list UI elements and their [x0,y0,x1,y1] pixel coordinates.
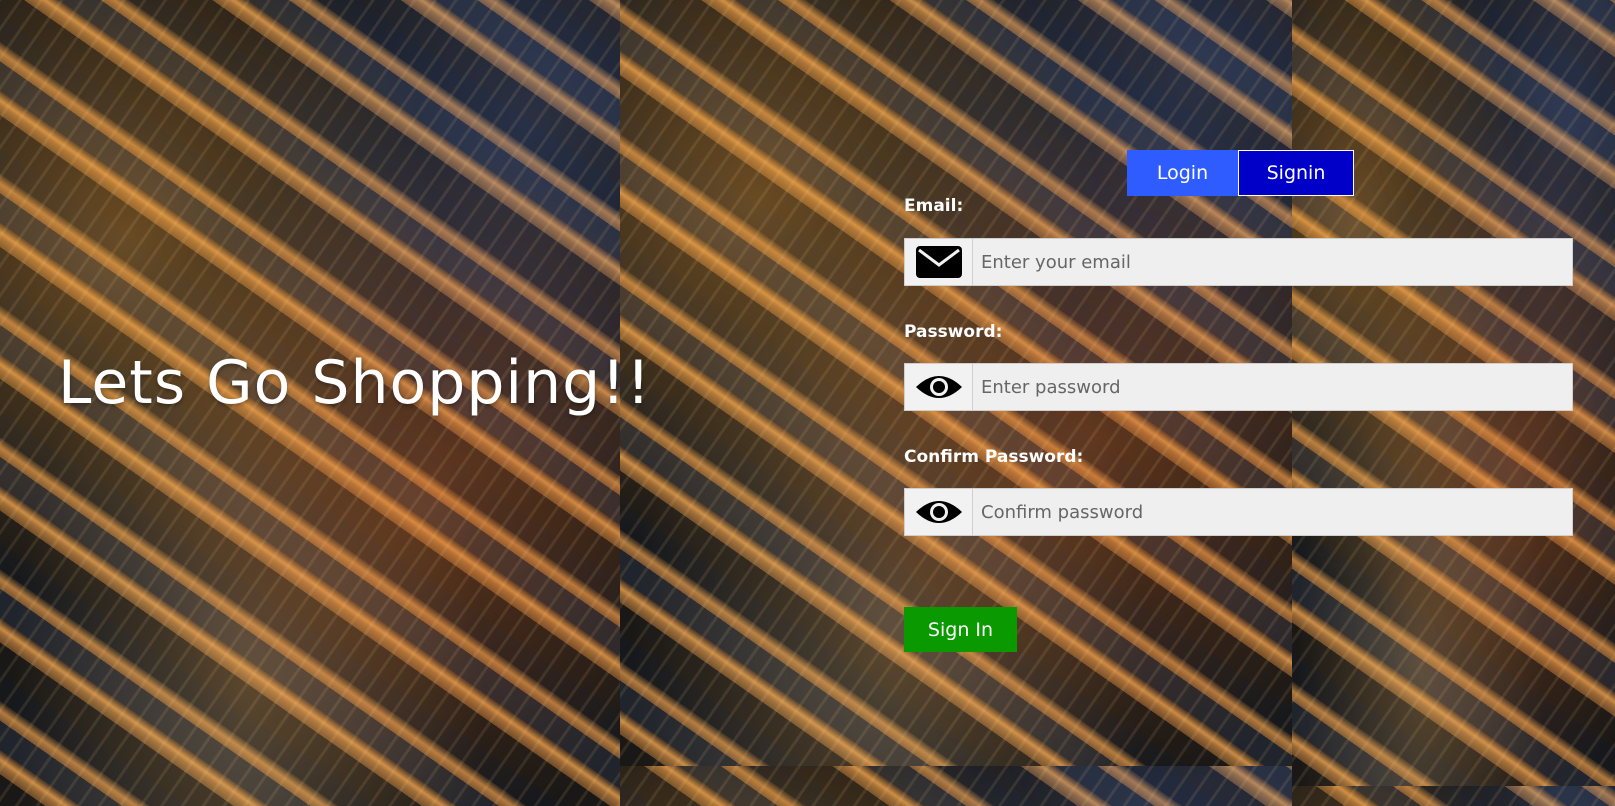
eye-icon[interactable] [905,489,973,535]
confirm-password-input[interactable] [973,489,1572,535]
confirm-password-label: Confirm Password: [904,447,1084,467]
sign-in-button[interactable]: Sign In [904,607,1017,652]
password-input[interactable] [973,364,1572,410]
signin-tab-button[interactable]: Signin [1238,150,1354,196]
eye-icon[interactable] [905,364,973,410]
email-input[interactable] [973,239,1572,285]
email-label: Email: [904,196,964,216]
login-tab-button[interactable]: Login [1127,150,1238,196]
envelope-icon [905,239,973,285]
confirm-password-field-row [904,488,1573,536]
auth-tabs: Login Signin [1127,150,1354,196]
email-field-row [904,238,1573,286]
hero-title: Lets Go Shopping!! [58,348,652,418]
password-label: Password: [904,322,1003,342]
password-field-row [904,363,1573,411]
